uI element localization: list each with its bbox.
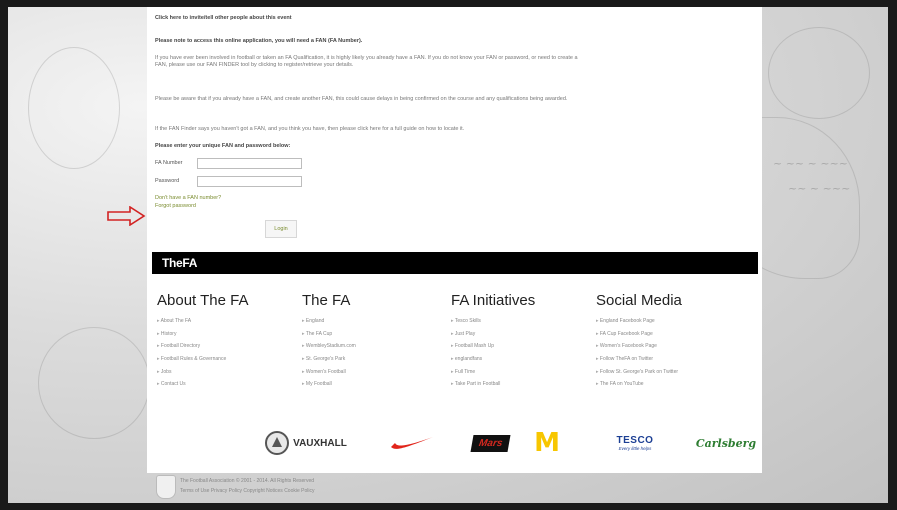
footer-column-title: FA Initiatives xyxy=(451,292,536,309)
footer-link[interactable]: WembleyStadium.com xyxy=(302,340,356,353)
mcdonalds-arches-icon: M xyxy=(534,428,560,458)
footer-column-the-fa: The FA England The FA Cup WembleyStadium… xyxy=(302,292,356,391)
footer-link[interactable]: St. George's Park xyxy=(302,353,356,366)
no-fan-link[interactable]: Don't have a FAN number? xyxy=(155,195,221,202)
footer-link[interactable]: Follow TheFA on Twitter xyxy=(596,353,682,366)
footer-link[interactable]: The FA Cup xyxy=(302,328,356,341)
footer-link[interactable]: Women's Facebook Page xyxy=(596,340,682,353)
footer-column-title: Social Media xyxy=(596,292,682,309)
fan-info-paragraph: If you have ever been involved in footba… xyxy=(155,55,578,68)
password-label: Password xyxy=(155,178,180,184)
main-column: Click here to invite/tell other people a… xyxy=(147,7,762,473)
background-sketch xyxy=(38,327,150,439)
tesco-logo[interactable]: TESCO Every little helps xyxy=(608,422,662,464)
footer-column-about: About The FA About The FA History Footba… xyxy=(157,292,248,391)
legal-footer: The Football Association © 2001 - 2014. … xyxy=(180,476,315,496)
fan-finder-help: If the FAN Finder says you haven't got a… xyxy=(155,126,465,132)
footer-link[interactable]: Jobs xyxy=(157,366,248,379)
footer-link[interactable]: Football Rules & Governance xyxy=(157,353,248,366)
footer-link[interactable]: Contact Us xyxy=(157,378,248,391)
fa-logo-text: TheFA xyxy=(162,256,198,270)
footer-link[interactable]: FA Cup Facebook Page xyxy=(596,328,682,341)
footer-link[interactable]: Football Mash Up xyxy=(451,340,535,353)
fan-notice: Please note to access this online applic… xyxy=(155,38,363,44)
tesco-tagline: Every little helps xyxy=(618,446,652,451)
footer-link[interactable]: My Football xyxy=(302,378,356,391)
footer-link[interactable]: englandfans xyxy=(451,353,535,366)
login-button[interactable]: Login xyxy=(265,220,297,238)
footer-link[interactable]: Full Time xyxy=(451,366,535,379)
footer-column-initiatives: FA Initiatives Tesco Skills Just Play Fo… xyxy=(451,292,535,391)
nike-swoosh-icon xyxy=(391,437,433,449)
fa-crest-icon xyxy=(156,475,176,499)
red-arrow-icon xyxy=(107,206,146,226)
footer-link[interactable]: History xyxy=(157,328,248,341)
duplicate-fan-warning: Please be aware that if you already have… xyxy=(155,96,568,102)
forgot-password-link[interactable]: Forgot password xyxy=(155,203,196,210)
carlsberg-wordmark: Carlsberg xyxy=(695,436,757,450)
mars-wordmark: Mars xyxy=(470,434,512,452)
vauxhall-griffin-icon xyxy=(265,431,290,455)
footer-link[interactable]: About The FA xyxy=(157,315,248,328)
fan-label: FA Number xyxy=(155,160,183,166)
carlsberg-logo[interactable]: Carlsberg xyxy=(695,422,757,464)
footer-link[interactable]: England xyxy=(302,315,356,328)
vauxhall-logo[interactable]: VAUXHALL xyxy=(248,422,363,464)
footer-link[interactable]: The FA on YouTube xyxy=(596,378,682,391)
legal-links[interactable]: Terms of Use Privacy Policy Copyright No… xyxy=(180,486,315,496)
tesco-wordmark: TESCO xyxy=(616,435,654,446)
footer-column-social: Social Media England Facebook Page FA Cu… xyxy=(596,292,682,391)
background-scribble: ~ ~~ ~ ~~~ xyxy=(773,157,849,170)
enter-credentials-prompt: Please enter your unique FAN and passwor… xyxy=(155,143,291,149)
copyright-text: The Football Association © 2001 - 2014. … xyxy=(180,478,315,484)
nike-logo[interactable] xyxy=(386,422,438,464)
background-scribble: ~~ ~ ~~~ xyxy=(788,182,851,195)
footer-link[interactable]: Take Part in Football xyxy=(451,378,535,391)
footer-link[interactable]: Women's Football xyxy=(302,366,356,379)
footer-link[interactable]: Tesco Skills xyxy=(451,315,535,328)
footer-link[interactable]: Follow St. George's Park on Twitter xyxy=(596,366,682,379)
footer-column-title: The FA xyxy=(302,292,351,309)
mars-logo[interactable]: Mars xyxy=(466,422,516,464)
footer-column-title: About The FA xyxy=(157,292,249,309)
invite-link[interactable]: Click here to invite/tell other people a… xyxy=(155,15,292,22)
vauxhall-wordmark: VAUXHALL xyxy=(293,437,347,449)
footer-link[interactable]: Football Directory xyxy=(157,340,248,353)
background-sketch xyxy=(768,27,870,119)
fan-input[interactable] xyxy=(197,158,302,169)
fa-brand-bar: TheFA xyxy=(152,252,758,274)
password-input[interactable] xyxy=(197,176,302,187)
background-sketch xyxy=(28,47,120,169)
footer-link[interactable]: England Facebook Page xyxy=(596,315,682,328)
footer-link[interactable]: Just Play xyxy=(451,328,535,341)
mcdonalds-logo[interactable]: M xyxy=(533,422,561,464)
page-background: ~ ~~ ~ ~~~ ~~ ~ ~~~ Click here to invite… xyxy=(8,7,888,503)
sponsor-strip: VAUXHALL Mars M TESCO Every little helps… xyxy=(158,422,758,464)
